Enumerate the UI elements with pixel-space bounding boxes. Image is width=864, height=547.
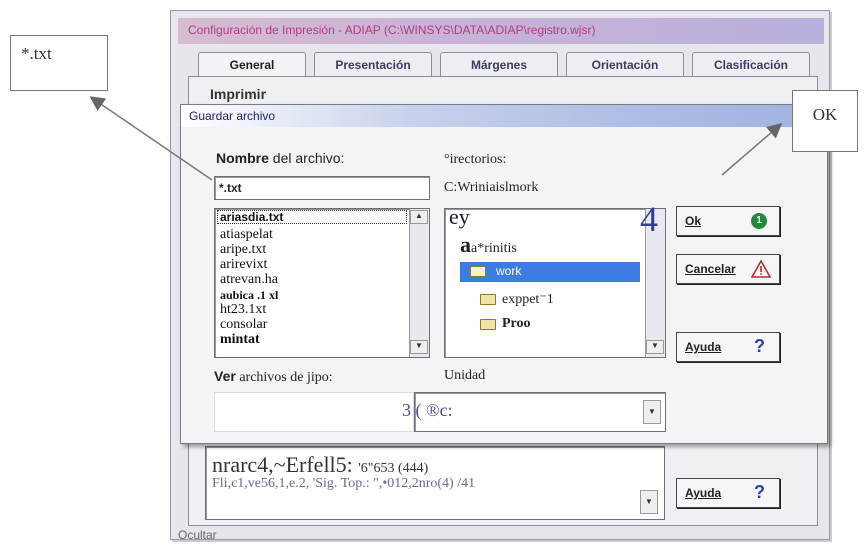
arrow-to-txt-callout [89, 96, 213, 181]
arrow-to-ok-callout [721, 123, 783, 176]
callout-arrows [89, 96, 783, 181]
